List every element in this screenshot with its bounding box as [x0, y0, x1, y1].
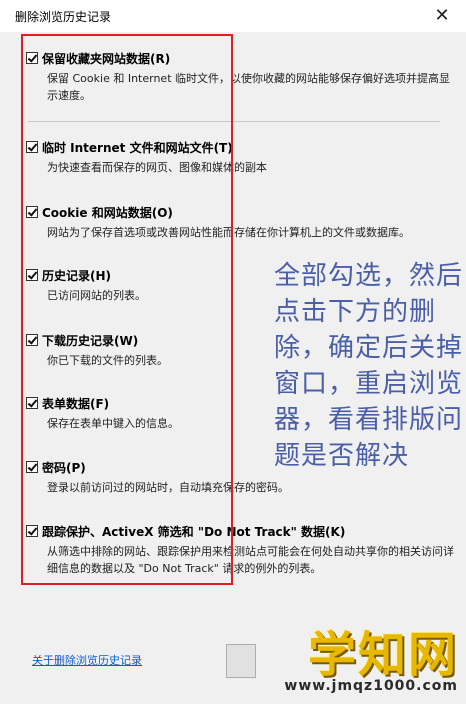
- option-description: 从筛选中排除的网站、跟踪保护用来检测站点可能会在何处自动共享你的相关访问详细信息…: [47, 545, 454, 575]
- watermark: 学知网 www.jmqz1000.com: [284, 628, 458, 694]
- option-description: 网站为了保存首选项或改善网站性能而存储在你计算机上的文件或数据库。: [47, 226, 410, 239]
- option-tracking-protection: 跟踪保护、ActiveX 筛选和 "Do Not Track" 数据(K) 从筛…: [26, 523, 456, 577]
- option-cookies: Cookie 和网站数据(O) 网站为了保存首选项或改善网站性能而存储在你计算机…: [26, 204, 456, 241]
- checkbox-keep-favorites[interactable]: [26, 52, 38, 64]
- checkbox-form-data[interactable]: [26, 397, 38, 409]
- checkbox-tracking-protection[interactable]: [26, 525, 38, 537]
- checkbox-download-history[interactable]: [26, 334, 38, 346]
- checkbox-cookies[interactable]: [26, 206, 38, 218]
- option-description: 登录以前访问过的网站时，自动填充保存的密码。: [47, 481, 289, 494]
- title-bar: 删除浏览历史记录 ✕: [0, 0, 466, 32]
- option-label[interactable]: 历史记录(H): [42, 267, 111, 284]
- watermark-logo: 学知网: [307, 627, 458, 683]
- option-label[interactable]: 表单数据(F): [42, 395, 109, 412]
- option-label[interactable]: 跟踪保护、ActiveX 筛选和 "Do Not Track" 数据(K): [42, 523, 345, 540]
- close-icon[interactable]: ✕: [430, 4, 454, 28]
- option-label[interactable]: 临时 Internet 文件和网站文件(T): [42, 139, 233, 156]
- option-keep-favorites: 保留收藏夹网站数据(R) 保留 Cookie 和 Internet 临时文件，以…: [26, 50, 456, 104]
- checkbox-passwords[interactable]: [26, 461, 38, 473]
- annotation-text: 全部勾选，然后点击下方的删除，确定后关掉窗口，重启浏览器，看看排版问题是否解决: [274, 261, 464, 471]
- watermark-url: www.jmqz1000.com: [284, 678, 458, 694]
- checkbox-temp-files[interactable]: [26, 141, 38, 153]
- option-description: 为快速查看而保存的网页、图像和媒体的副本: [47, 161, 267, 174]
- option-label[interactable]: 保留收藏夹网站数据(R): [42, 50, 170, 67]
- checkbox-history[interactable]: [26, 269, 38, 281]
- option-label[interactable]: 密码(P): [42, 459, 86, 476]
- help-link[interactable]: 关于删除浏览历史记录: [32, 652, 142, 668]
- option-label[interactable]: Cookie 和网站数据(O): [42, 204, 173, 221]
- highlight-box: [21, 34, 233, 585]
- separator: [28, 121, 440, 122]
- option-temp-files: 临时 Internet 文件和网站文件(T) 为快速查看而保存的网页、图像和媒体…: [26, 139, 456, 176]
- option-label[interactable]: 下载历史记录(W): [42, 332, 138, 349]
- option-description: 保留 Cookie 和 Internet 临时文件，以使你收藏的网站能够保存偏好…: [47, 72, 450, 102]
- window-title: 删除浏览历史记录: [15, 10, 112, 24]
